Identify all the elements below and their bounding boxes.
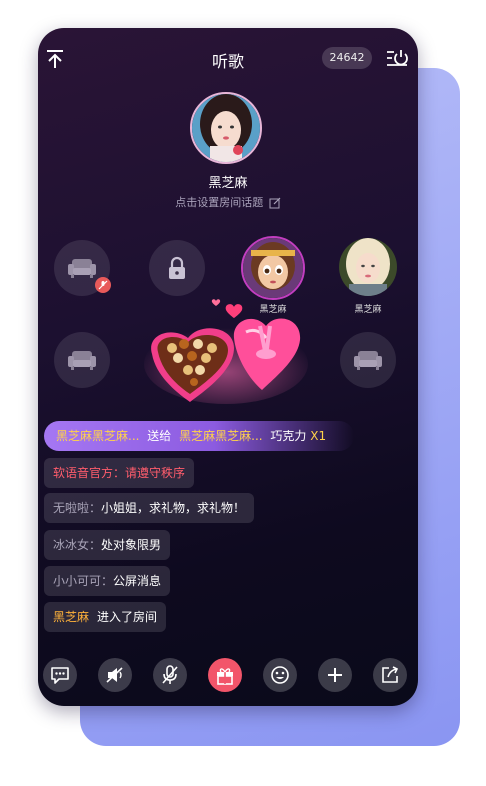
topic-label: 点击设置房间话题 [175, 196, 264, 209]
share-button[interactable] [373, 658, 407, 692]
chat-user-name[interactable]: 小小可可： [53, 574, 113, 588]
gift-banner: 黑芝麻黑芝麻... 送给 黑芝麻黑芝麻... 巧克力 X1 [44, 421, 354, 451]
host-avatar[interactable] [190, 92, 262, 164]
official-message-text: 软语音官方：请遵守秩序 [53, 466, 186, 480]
top-bar: 听歌 24642 [38, 28, 418, 88]
edit-icon [269, 197, 281, 209]
gift-icon [217, 668, 233, 685]
chat-text: 小姐姐，求礼物，求礼物！ [101, 501, 246, 515]
online-count-badge[interactable]: 24642 [322, 47, 372, 69]
bottom-toolbar [38, 658, 418, 698]
share-icon [382, 666, 399, 683]
gift-verb: 送给 [147, 429, 172, 443]
chat-user-name[interactable]: 无啦啦： [53, 501, 101, 515]
chat-text: 公屏消息 [113, 574, 162, 588]
chat-user-name[interactable]: 冰冰女： [53, 538, 101, 552]
plus-icon [328, 668, 342, 682]
room-topic[interactable]: 点击设置房间话题 [38, 194, 418, 210]
chocolate-gift-animation [144, 299, 308, 404]
chat-message-official: 软语音官方：请遵守秩序 [44, 458, 195, 488]
speaker-toggle-button[interactable] [98, 658, 132, 692]
chat-icon [51, 667, 69, 684]
user-avatar [243, 238, 303, 298]
host-name: 黑芝麻 [208, 176, 248, 191]
speaker-muted-icon [106, 667, 123, 683]
chat-button[interactable] [43, 658, 77, 692]
seat-occupied-speaking[interactable] [241, 236, 305, 300]
seat-locked[interactable] [149, 240, 205, 296]
seat-empty[interactable] [340, 332, 396, 388]
chat-message: 无啦啦：小姐姐，求礼物，求礼物！ [44, 493, 255, 523]
chat-message: 小小可可：公屏消息 [44, 566, 171, 596]
voice-room-screen: 听歌 24642 黑芝麻 点击设置房间话题 黑芝麻 黑芝麻 黑芝麻黑芝麻... … [38, 28, 418, 706]
mic-toggle-button[interactable] [153, 658, 187, 692]
mic-muted-icon [162, 665, 178, 684]
gift-sender[interactable]: 黑芝麻黑芝麻... [56, 429, 139, 443]
power-exit-icon[interactable] [386, 48, 408, 70]
sofa-icon [68, 351, 96, 370]
chat-text: 进入了房间 [97, 610, 158, 624]
more-button[interactable] [318, 658, 352, 692]
emoji-icon [271, 666, 289, 684]
sofa-icon [68, 259, 96, 278]
gift-button[interactable] [208, 658, 242, 692]
chat-text: 处对象限男 [101, 538, 162, 552]
chat-message: 冰冰女：处对象限男 [44, 530, 171, 560]
emoji-button[interactable] [263, 658, 297, 692]
user-avatar [339, 238, 397, 296]
mic-muted-badge-icon [95, 277, 111, 293]
lock-icon [169, 256, 185, 279]
chat-user-name[interactable]: 黑芝麻 [53, 610, 89, 624]
gift-receiver[interactable]: 黑芝麻黑芝麻... [179, 429, 262, 443]
chat-message-join: 黑芝麻 进入了房间 [44, 602, 167, 632]
seat-empty[interactable] [54, 332, 110, 388]
sofa-icon [354, 351, 382, 370]
seat-user-name: 黑芝麻 [354, 305, 382, 315]
seat-occupied[interactable] [339, 238, 397, 296]
gift-multiplier: X1 [310, 429, 327, 443]
gift-name: 巧克力 [270, 429, 307, 443]
